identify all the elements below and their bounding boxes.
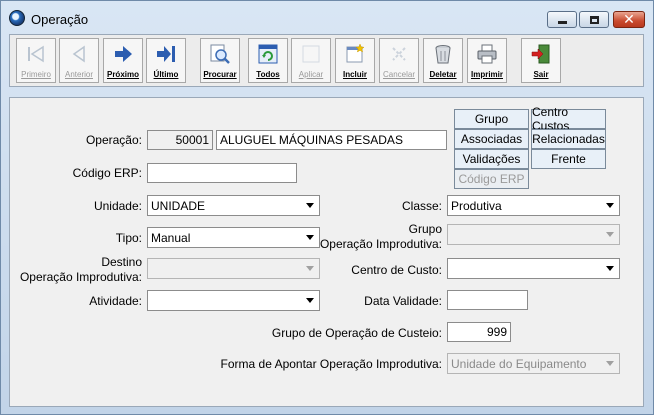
- frente-button[interactable]: Frente: [531, 149, 606, 169]
- data-validade-label: Data Validade:: [364, 294, 442, 308]
- codigo-erp-button[interactable]: Código ERP: [454, 169, 529, 189]
- tipo-label: Tipo:: [115, 231, 142, 245]
- next-record-label: Próximo: [106, 70, 139, 79]
- print-button[interactable]: Imprimir: [467, 38, 507, 83]
- grupo-button[interactable]: Grupo: [454, 109, 529, 129]
- next-record-button[interactable]: Próximo: [103, 38, 143, 83]
- classe-label: Classe:: [401, 199, 442, 213]
- window-title: Operação: [31, 12, 89, 27]
- first-record-label: Primeiro: [21, 70, 51, 79]
- forma-apontar-value: Unidade do Equipamento: [451, 357, 587, 371]
- previous-record-button[interactable]: Anterior: [59, 38, 99, 83]
- destino-op-improdutiva-select[interactable]: [147, 258, 320, 279]
- cancel-label: Cancelar: [382, 70, 415, 79]
- maximize-icon: [589, 15, 599, 24]
- next-record-icon: [115, 46, 132, 62]
- trash-icon: [435, 45, 451, 64]
- chevron-down-icon[interactable]: [302, 197, 318, 214]
- apply-button[interactable]: Aplicar: [291, 38, 331, 83]
- all-records-button[interactable]: Todos: [248, 38, 288, 83]
- chevron-down-icon[interactable]: [602, 226, 618, 243]
- cancel-icon: [392, 47, 406, 61]
- grupo-custeio-field[interactable]: 999: [447, 322, 511, 342]
- all-records-label: Todos: [256, 70, 280, 79]
- minimize-button[interactable]: [547, 11, 577, 28]
- chevron-down-icon[interactable]: [602, 197, 618, 214]
- cancel-button[interactable]: Cancelar: [379, 38, 419, 83]
- exit-label: Sair: [533, 70, 549, 79]
- unidade-value: UNIDADE: [151, 199, 206, 213]
- operacao-window: Operação ✕ Primeiro Anterior Próximo Últ…: [0, 0, 654, 415]
- app-icon: [9, 10, 25, 26]
- search-label: Procurar: [203, 70, 237, 79]
- print-label: Imprimir: [470, 70, 503, 79]
- search-button[interactable]: Procurar: [200, 38, 240, 83]
- refresh-all-icon: [258, 44, 278, 64]
- close-icon: ✕: [623, 11, 635, 28]
- validacoes-button[interactable]: Validações: [454, 149, 529, 169]
- exit-door-icon: [531, 44, 550, 64]
- operacao-description-field[interactable]: ALUGUEL MÁQUINAS PESADAS: [216, 130, 447, 150]
- forma-apontar-label: Forma de Apontar Operação Improdutiva:: [220, 357, 442, 371]
- unidade-label: Unidade:: [93, 199, 142, 213]
- last-record-label: Último: [153, 70, 179, 79]
- maximize-button[interactable]: [579, 11, 609, 28]
- grupo-op-improdutiva-label-line2: Operação Improdutiva:: [319, 237, 442, 251]
- title-bar[interactable]: Operação ✕: [1, 1, 653, 31]
- first-record-icon: [28, 45, 44, 63]
- new-document-icon: [346, 43, 365, 63]
- relacionadas-button[interactable]: Relacionadas: [531, 129, 606, 149]
- grupo-op-improdutiva-label-line1: Grupo: [408, 222, 442, 236]
- last-record-icon: [157, 46, 175, 62]
- tipo-value: Manual: [151, 231, 191, 245]
- destino-op-improdutiva-label-line2: Operação Improdutiva:: [19, 270, 142, 284]
- classe-select[interactable]: Produtiva: [447, 195, 620, 216]
- previous-record-label: Anterior: [64, 70, 93, 79]
- classe-value: Produtiva: [451, 199, 502, 213]
- printer-icon: [477, 44, 497, 64]
- data-validade-field[interactable]: [447, 290, 528, 310]
- search-icon: [210, 44, 230, 64]
- toolbar: Primeiro Anterior Próximo Último Procura…: [9, 34, 644, 87]
- form-panel: Grupo Centro Custos Associadas Relaciona…: [9, 97, 644, 407]
- centro-custo-select[interactable]: [447, 258, 620, 279]
- associadas-button[interactable]: Associadas: [454, 129, 529, 149]
- destino-op-improdutiva-label-line1: Destino: [101, 255, 142, 269]
- grupo-op-improdutiva-select[interactable]: [447, 224, 620, 245]
- delete-label: Deletar: [429, 70, 457, 79]
- apply-icon: [302, 45, 320, 63]
- apply-label: Aplicar: [298, 70, 324, 79]
- close-button[interactable]: ✕: [613, 11, 645, 28]
- grupo-custeio-label: Grupo de Operação de Custeio:: [271, 326, 442, 340]
- codigo-erp-label: Código ERP:: [72, 166, 142, 180]
- add-label: Incluir: [342, 70, 367, 79]
- atividade-select[interactable]: [147, 290, 320, 311]
- centro-custos-button[interactable]: Centro Custos: [531, 105, 606, 133]
- chevron-down-icon[interactable]: [602, 260, 618, 277]
- operacao-code-field[interactable]: 50001: [147, 130, 213, 150]
- forma-apontar-select[interactable]: Unidade do Equipamento: [447, 353, 620, 374]
- centro-custo-label: Centro de Custo:: [351, 263, 442, 277]
- exit-button[interactable]: Sair: [521, 38, 561, 83]
- last-record-button[interactable]: Último: [146, 38, 186, 83]
- codigo-erp-field[interactable]: [147, 163, 297, 183]
- previous-record-icon: [72, 45, 85, 63]
- unidade-select[interactable]: UNIDADE: [147, 195, 320, 216]
- operacao-label: Operação:: [85, 133, 142, 147]
- delete-button[interactable]: Deletar: [423, 38, 463, 83]
- minimize-icon: [557, 21, 567, 24]
- add-button[interactable]: Incluir: [335, 38, 375, 83]
- atividade-label: Atividade:: [89, 294, 142, 308]
- first-record-button[interactable]: Primeiro: [16, 38, 56, 83]
- tipo-select[interactable]: Manual: [147, 227, 320, 248]
- chevron-down-icon[interactable]: [602, 355, 618, 372]
